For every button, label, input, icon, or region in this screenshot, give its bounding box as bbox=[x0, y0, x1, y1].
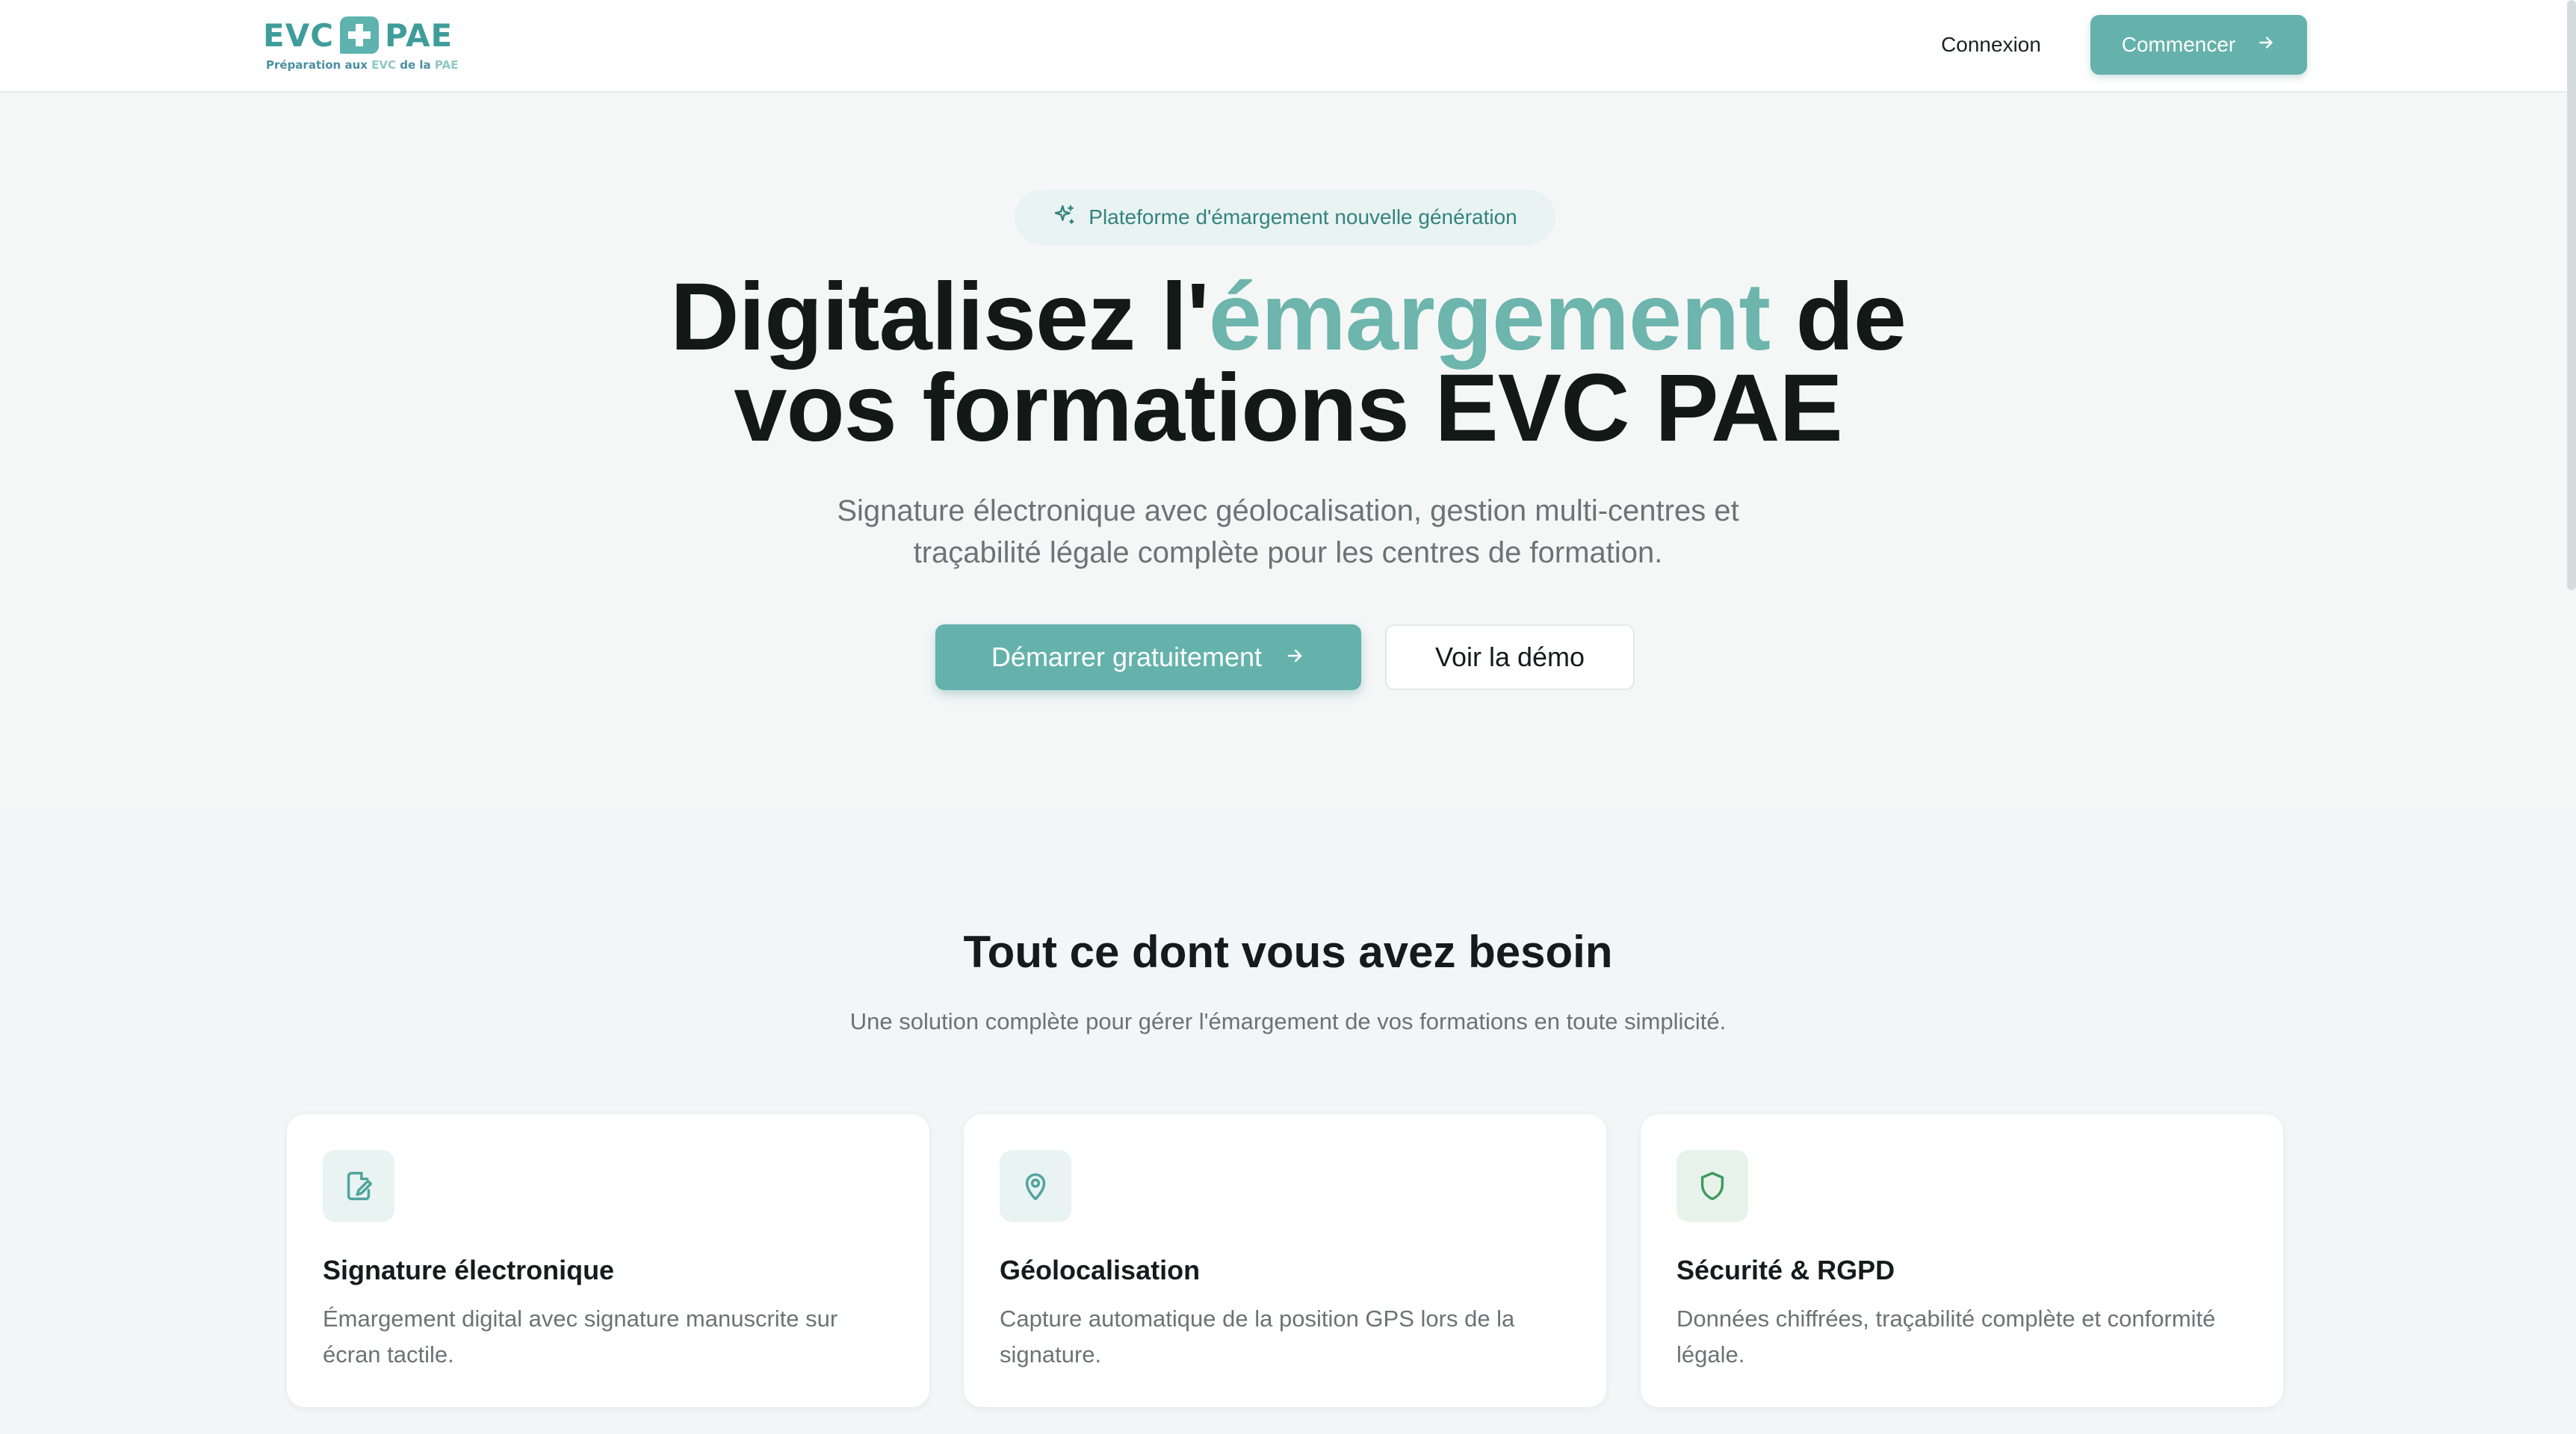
tagline-pae: PAE bbox=[434, 58, 459, 72]
tagline-prefix: Préparation aux bbox=[266, 58, 368, 72]
page-scrollbar[interactable] bbox=[2567, 0, 2576, 590]
hero-subtitle-line1: Signature électronique avec géolocalisat… bbox=[837, 494, 1739, 527]
arrow-right-icon bbox=[1284, 642, 1305, 673]
medical-cross-icon bbox=[340, 16, 380, 54]
logo-text-evc: EVC bbox=[263, 16, 335, 54]
tagline-mid: de la bbox=[400, 58, 431, 72]
feature-card-security: Sécurité & RGPD Données chiffrées, traça… bbox=[1641, 1114, 2283, 1407]
feature-description: Capture automatique de la position GPS l… bbox=[1000, 1306, 1515, 1368]
sparkles-icon bbox=[1053, 203, 1077, 232]
features-section: Tout ce dont vous avez besoin Une soluti… bbox=[0, 807, 2576, 1434]
hero-badge: Plateforme d'émargement nouvelle générat… bbox=[1015, 190, 1555, 245]
feature-title: Signature électronique bbox=[323, 1255, 615, 1285]
brand-logo[interactable]: EVC PAE Préparation aux EVC de la PAE bbox=[263, 16, 458, 76]
top-navbar: EVC PAE Préparation aux EVC de la PAE Co… bbox=[0, 0, 2576, 93]
start-free-button[interactable]: Démarrer gratuitement bbox=[935, 624, 1361, 690]
signature-edit-icon bbox=[323, 1150, 394, 1222]
logo-text-pae: PAE bbox=[385, 16, 453, 54]
features-subtitle: Une solution complète pour gérer l'émarg… bbox=[849, 1008, 1727, 1034]
shield-icon bbox=[1676, 1150, 1748, 1222]
hero-badge-text: Plateforme d'émargement nouvelle générat… bbox=[1089, 205, 1517, 229]
demo-button[interactable]: Voir la démo bbox=[1385, 624, 1635, 690]
logo-wordmark: EVC PAE bbox=[263, 16, 453, 54]
start-button[interactable]: Commencer bbox=[2090, 15, 2307, 75]
start-button-label: Commencer bbox=[2121, 33, 2236, 56]
hero-subtitle: Signature électronique avec géolocalisat… bbox=[0, 490, 2576, 574]
logo-tagline: Préparation aux EVC de la PAE bbox=[266, 58, 458, 72]
feature-description: Données chiffrées, traçabilité complète … bbox=[1676, 1306, 2216, 1368]
feature-title: Sécurité & RGPD bbox=[1676, 1255, 1895, 1285]
features-title: Tout ce dont vous avez besoin bbox=[963, 927, 1613, 977]
arrow-right-icon bbox=[2256, 33, 2276, 58]
login-link[interactable]: Connexion bbox=[1913, 15, 2069, 75]
hero-title-line2: vos formations EVC PAE bbox=[734, 355, 1842, 462]
hero-title: Digitalisez l'émargement de vos formatio… bbox=[0, 270, 2576, 456]
feature-title: Géolocalisation bbox=[1000, 1255, 1201, 1285]
tagline-evc: EVC bbox=[371, 58, 397, 72]
feature-card-signature: Signature électronique Émargement digita… bbox=[287, 1114, 929, 1407]
feature-card-geolocation: Géolocalisation Capture automatique de l… bbox=[964, 1114, 1606, 1407]
hero-section: Plateforme d'émargement nouvelle générat… bbox=[0, 94, 2576, 807]
start-free-button-label: Démarrer gratuitement bbox=[991, 642, 1263, 672]
map-pin-icon bbox=[1000, 1150, 1071, 1222]
feature-description: Émargement digital avec signature manusc… bbox=[323, 1306, 838, 1368]
hero-subtitle-line2: traçabilité légale complète pour les cen… bbox=[913, 536, 1663, 569]
